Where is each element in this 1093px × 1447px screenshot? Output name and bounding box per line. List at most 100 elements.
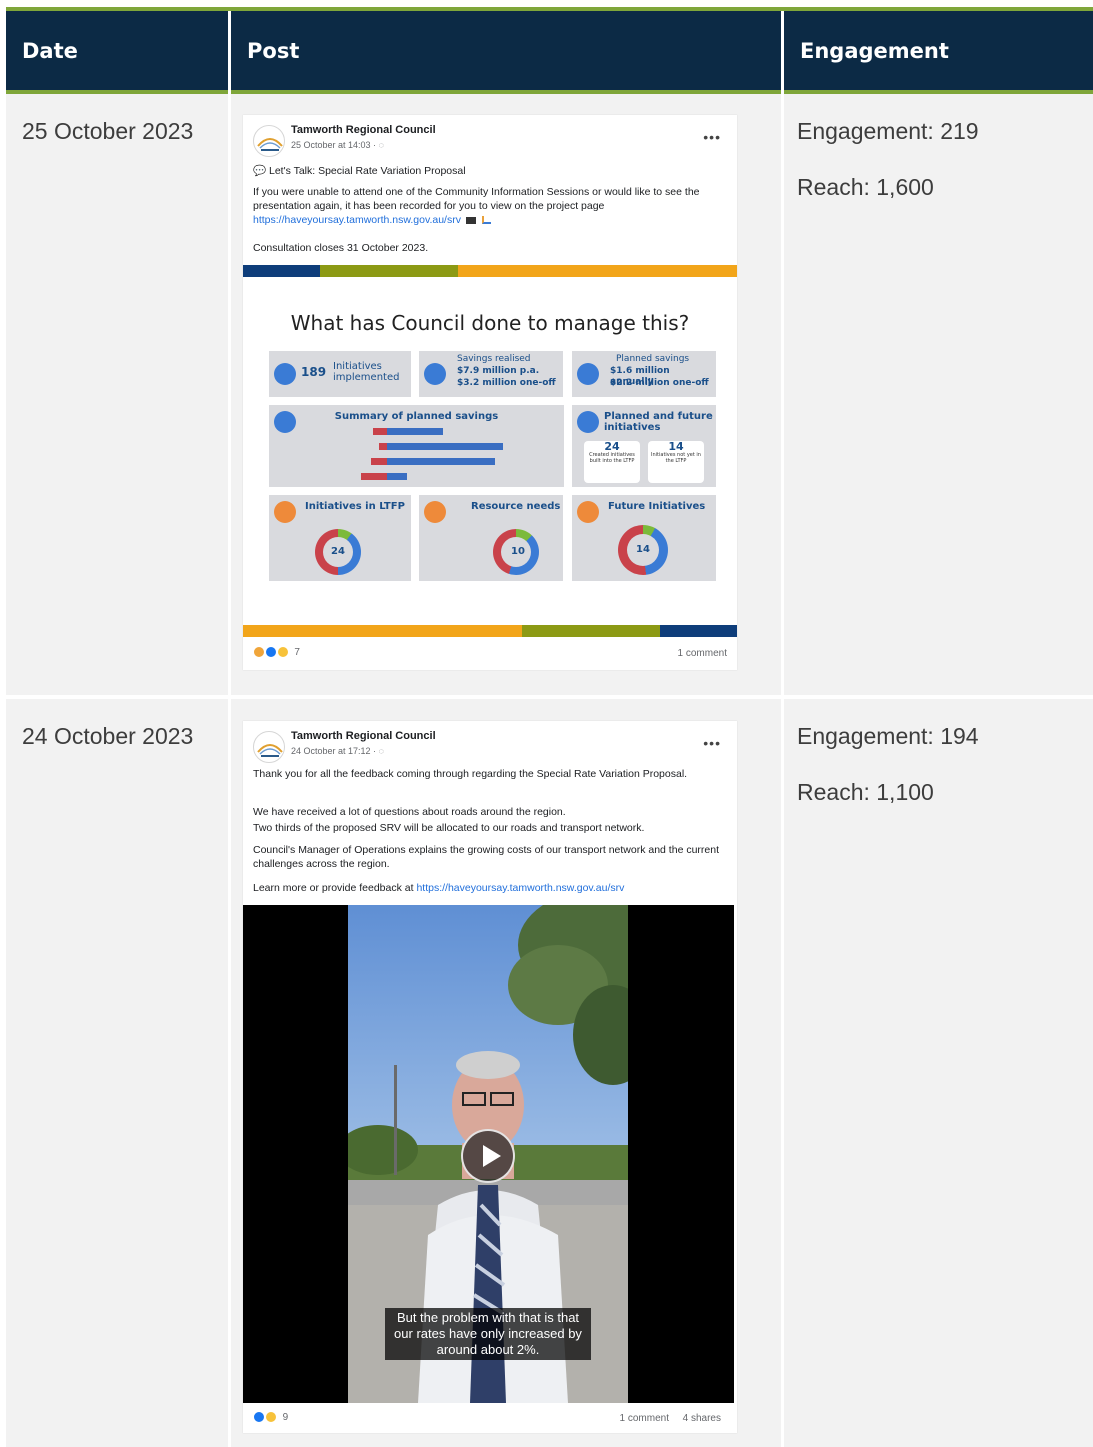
savings-realised-box: Savings realised $7.9 million p.a. $3.2 … [419,351,563,397]
future-icon [577,501,599,523]
stripe-blue [243,265,320,277]
globe-icon: ◌ [378,746,384,756]
initiatives-label: Initiatives implemented [333,361,400,383]
like-reaction-icon [264,646,277,658]
page-name[interactable]: Tamworth Regional Council [291,730,436,742]
row-1-engagement: Engagement: 219 [797,118,979,144]
stripe-orange [458,265,737,277]
row-2-date: 24 October 2023 [22,723,194,749]
header-engagement-label: Engagement [800,38,949,63]
row-2-date-cell [6,699,228,1447]
row-2-engagement: Engagement: 194 [797,723,979,749]
chart-icon [481,216,491,225]
post-closing: Consultation closes 31 October 2023. [253,242,429,254]
facebook-post-1: Tamworth Regional Council 25 October at … [243,115,737,670]
planned-future-box: Planned and future initiatives 24 Create… [572,405,716,487]
future-title: Future Initiatives [608,501,706,512]
not-yet-count: 14 [668,440,684,453]
initiatives-box: 189 Initiatives implemented [269,351,411,397]
header-post-label: Post [247,38,300,63]
post-headline-text: Let's Talk: Special Rate Variation Propo… [269,165,466,177]
summary-savings-box: Summary of planned savings [269,405,564,487]
header-engagement: Engagement [784,11,1093,90]
summary-bar [361,473,387,480]
future-value: 14 [636,544,650,555]
header-post: Post [231,11,781,90]
stripe-blue [660,625,737,637]
facebook-post-2: Tamworth Regional Council 24 October at … [243,721,737,1433]
savings-realised-1: $7.9 million p.a. [457,366,540,376]
post-footer: 7 1 comment [253,646,729,664]
speech-bubble-icon: 💬 [253,165,267,177]
future-box: Future Initiatives 14 [572,495,716,581]
video-player[interactable]: But the problem with that is that our ra… [243,905,734,1403]
comments-count[interactable]: 1 comment [620,1413,669,1424]
created-card: 24 Created initiatives built into the LT… [584,441,640,483]
planning-icon [577,411,599,433]
video-caption: But the problem with that is that our ra… [385,1308,591,1360]
council-logo-icon[interactable] [253,125,285,157]
post-para-2b: Two thirds of the proposed SRV will be a… [253,822,645,834]
more-options-icon[interactable]: ••• [703,129,721,145]
row-2-reach: Reach: 1,100 [797,779,934,805]
wow-reaction-icon [276,646,289,658]
ltfp-value: 24 [331,546,345,557]
post-body: If you were unable to attend one of the … [253,185,729,227]
project-link[interactable]: https://haveyoursay.tamworth.nsw.gov.au/… [253,214,461,226]
post-body-text: If you were unable to attend one of the … [253,186,700,212]
post-para-2a: We have received a lot of questions abou… [253,806,566,818]
like-reaction-icon [253,1411,265,1423]
infographic-title: What has Council done to manage this? [290,311,690,335]
globe-icon: ◌ [378,140,384,150]
summary-bar [371,458,387,465]
summary-bar [373,428,387,435]
post-para-3: Council's Manager of Operations explains… [253,844,719,870]
post-headline: 💬 Let's Talk: Special Rate Variation Pro… [253,164,729,178]
timestamp-text: 24 October at 17:12 · [291,746,379,756]
resource-value: 10 [511,546,525,557]
infographic-image[interactable]: What has Council done to manage this? 18… [243,265,737,637]
computer-icon [465,216,476,224]
feedback-link[interactable]: https://haveyoursay.tamworth.nsw.gov.au/… [416,882,624,894]
summary-bar [387,458,495,465]
stripe-olive [522,625,660,637]
page-name[interactable]: Tamworth Regional Council [291,124,436,136]
reaction-count[interactable]: 9 [283,1412,289,1423]
summary-bar [387,428,443,435]
post-timestamp[interactable]: 24 October at 17:12 · ◌ [291,746,384,756]
ltfp-title: Initiatives in LTFP [305,501,405,512]
planned-savings-box: Planned savings $1.6 million annually $2… [572,351,716,397]
angry-reaction-icon [253,646,265,658]
more-options-icon[interactable]: ••• [703,735,721,751]
resource-title: Resource needs [471,501,561,512]
row-1-reach: Reach: 1,600 [797,174,934,200]
summary-bar [379,443,387,450]
resource-icon [424,501,446,523]
post-learn-more: Learn more or provide feedback at https:… [253,881,729,895]
comments-count[interactable]: 1 comment [678,648,727,659]
haha-reaction-icon [264,1411,277,1423]
stripe-orange [243,625,522,637]
play-button-icon[interactable] [461,1129,515,1183]
planned-savings-2: $2.2 million one-off [610,378,709,388]
planned-savings-label: Planned savings [616,354,690,364]
post-header: Tamworth Regional Council 25 October at … [253,123,727,157]
created-count: 24 [604,440,620,453]
not-yet-label: Initiatives not yet in the LTFP [651,452,701,464]
ltfp-box: Initiatives in LTFP 24 [269,495,411,581]
not-yet-card: 14 Initiatives not yet in the LTFP [648,441,704,483]
savings-realised-label: Savings realised [457,354,531,364]
row-2-engagement-cell [784,699,1093,1447]
post-timestamp[interactable]: 25 October at 14:03 · ◌ [291,140,384,150]
shares-count[interactable]: 4 shares [683,1413,721,1424]
council-logo-icon[interactable] [253,731,285,763]
savings-icon [577,363,599,385]
reaction-count[interactable]: 7 [294,647,300,658]
summary-title: Summary of planned savings [334,411,499,422]
learn-more-text: Learn more or provide feedback at [253,882,417,894]
summary-bar [387,443,503,450]
initiatives-count: 189 [301,365,327,379]
document-icon [274,363,296,385]
savings-realised-2: $3.2 million one-off [457,378,556,388]
post-footer: 9 1 comment 4 shares [253,1411,729,1429]
